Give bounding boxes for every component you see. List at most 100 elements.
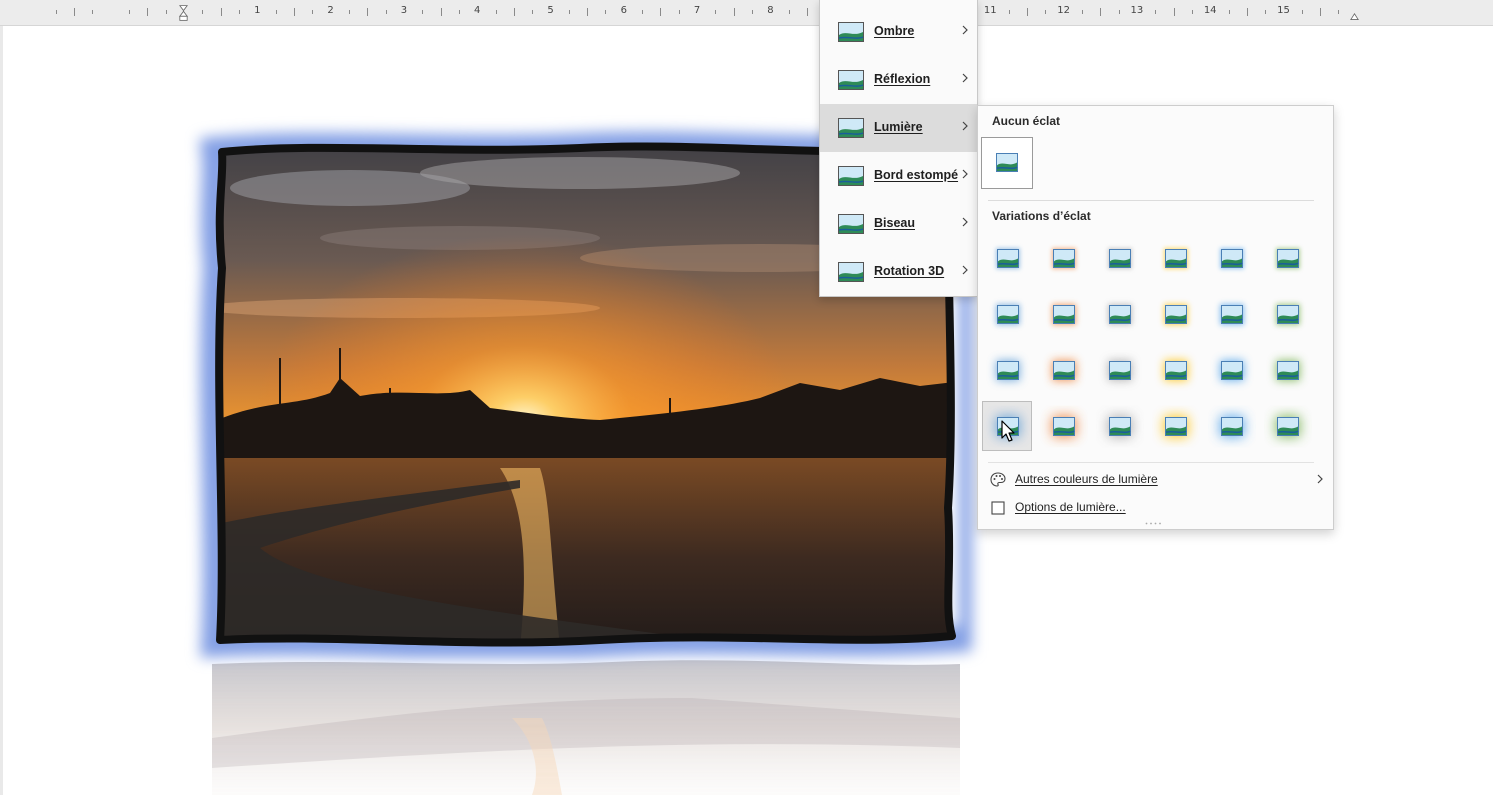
effects-menu-item-ombre[interactable]: Ombre	[820, 8, 977, 56]
ruler-number: 12	[1057, 5, 1070, 16]
ruler-tick	[1173, 8, 1175, 16]
glow-variation-r3-c3[interactable]	[1094, 345, 1144, 395]
ruler-tick	[733, 8, 735, 16]
right-indent-marker-icon[interactable]	[1350, 3, 1359, 23]
glow-thumbnail-icon	[1276, 248, 1300, 269]
more-glow-colors-item[interactable]: Autres couleurs de lumière	[978, 467, 1333, 491]
glow-variation-r1-c1[interactable]	[982, 233, 1032, 283]
resize-grip-icon[interactable]	[1145, 522, 1163, 525]
ruler-tick	[422, 10, 424, 14]
glow-variation-r1-c6[interactable]	[1262, 233, 1312, 283]
effects-menu-item-label: Rotation 3D	[874, 264, 945, 278]
glow-variation-r2-c6[interactable]	[1262, 289, 1312, 339]
ruler-number: 8	[767, 5, 774, 16]
glow-variation-r4-c2[interactable]	[1038, 401, 1088, 451]
ruler-tick	[293, 8, 295, 16]
glow-thumbnail-icon	[1108, 304, 1132, 325]
glow-variation-r4-c3[interactable]	[1094, 401, 1144, 451]
effects-menu-item-label: Bord estompé	[874, 168, 959, 182]
effects-menu-item-r-flexion[interactable]: Réflexion	[820, 56, 977, 104]
picture-effects-menu: Ombre Réflexion Lumière Bord estompé Biseau R…	[819, 0, 978, 297]
horizontal-ruler[interactable]: 1 2 3 4 5 6 7 8 11 12 13 14 15	[0, 0, 1493, 26]
glow-thumbnail-icon	[1052, 248, 1076, 269]
glow-thumbnail-icon	[1164, 416, 1188, 437]
glow-thumbnail-icon	[1276, 360, 1300, 381]
mouse-cursor-icon	[1001, 420, 1015, 442]
glow-variation-r2-c1[interactable]	[982, 289, 1032, 339]
ruler-tick	[1246, 8, 1248, 16]
glow-options-item[interactable]: Options de lumière...	[978, 495, 1333, 519]
glow-variations-section-title: Variations d’éclat	[992, 209, 1091, 223]
ruler-number: 15	[1277, 5, 1290, 16]
glow-thumbnail-icon	[1108, 360, 1132, 381]
glow-thumbnail-icon	[1276, 304, 1300, 325]
ruler-tick	[55, 10, 57, 14]
ruler-tick	[1081, 10, 1083, 14]
glow-variation-r3-c2[interactable]	[1038, 345, 1088, 395]
glow-variation-r3-c1[interactable]	[982, 345, 1032, 395]
no-glow-option[interactable]	[981, 137, 1033, 189]
glow-variation-r3-c4[interactable]	[1150, 345, 1200, 395]
glow-variation-r4-c4[interactable]	[1150, 401, 1200, 451]
ruler-number: 14	[1203, 5, 1217, 16]
chevron-right-icon	[962, 25, 968, 35]
ruler-tick	[312, 10, 314, 14]
ruler-tick	[807, 8, 809, 16]
glow-variation-r1-c4[interactable]	[1150, 233, 1200, 283]
ruler-number: 5	[547, 5, 554, 16]
glow-thumbnail-icon	[1164, 304, 1188, 325]
ruler-tick	[147, 8, 149, 16]
glow-thumbnail-icon	[1220, 360, 1244, 381]
glow-thumbnail-icon	[996, 360, 1020, 381]
shadow-effect-icon	[838, 22, 864, 42]
effects-menu-item-label: Biseau	[874, 216, 915, 230]
glow-effect-icon	[838, 118, 864, 138]
ruler-tick	[440, 8, 442, 16]
glow-variation-r3-c6[interactable]	[1262, 345, 1312, 395]
ruler-tick	[1045, 10, 1047, 14]
effects-menu-item-rotation-3d[interactable]: Rotation 3D	[820, 248, 977, 296]
ruler-tick	[385, 10, 387, 14]
checkbox-icon	[991, 501, 1005, 515]
chevron-right-icon	[962, 73, 968, 83]
glow-variation-r2-c2[interactable]	[1038, 289, 1088, 339]
bevel-effect-icon	[838, 214, 864, 234]
glow-variation-r1-c3[interactable]	[1094, 233, 1144, 283]
reflection-effect-icon	[838, 70, 864, 90]
ruler-tick	[1228, 10, 1230, 14]
ruler-tick	[202, 10, 204, 14]
ruler-number: 2	[327, 5, 334, 16]
ruler-tick	[1191, 10, 1193, 14]
effects-menu-item-biseau[interactable]: Biseau	[820, 200, 977, 248]
glow-variation-r2-c4[interactable]	[1150, 289, 1200, 339]
glow-variation-r4-c6[interactable]	[1262, 401, 1312, 451]
ruler-tick	[752, 10, 754, 14]
chevron-right-icon	[962, 169, 968, 179]
effects-menu-item-label: Lumière	[874, 120, 923, 134]
effects-menu-item-lumi-re[interactable]: Lumière	[820, 104, 977, 152]
ruler-tick	[715, 10, 717, 14]
glow-thumbnail-icon	[1108, 248, 1132, 269]
indent-marker-icon[interactable]	[179, 3, 188, 23]
glow-options-label: Options de lumière...	[1015, 500, 1126, 514]
ruler-number: 6	[620, 5, 627, 16]
glow-thumbnail-icon	[1108, 416, 1132, 437]
glow-variation-r2-c5[interactable]	[1206, 289, 1256, 339]
section-divider	[988, 200, 1314, 201]
glow-variation-r3-c5[interactable]	[1206, 345, 1256, 395]
ruler-tick	[275, 10, 277, 14]
ruler-tick	[1118, 10, 1120, 14]
ruler-tick	[568, 10, 570, 14]
glow-variation-r4-c5[interactable]	[1206, 401, 1256, 451]
ruler-number: 4	[474, 5, 481, 16]
ruler-number: 1	[254, 5, 261, 16]
ruler-tick	[458, 10, 460, 14]
glow-variation-r1-c2[interactable]	[1038, 233, 1088, 283]
effects-menu-item-bord-estomp-[interactable]: Bord estompé	[820, 152, 977, 200]
ruler-number: 7	[693, 5, 701, 16]
ruler-tick	[513, 8, 515, 16]
glow-variation-r1-c5[interactable]	[1206, 233, 1256, 283]
ruler-tick	[642, 10, 644, 14]
glow-variation-r2-c3[interactable]	[1094, 289, 1144, 339]
ruler-tick	[74, 8, 76, 16]
